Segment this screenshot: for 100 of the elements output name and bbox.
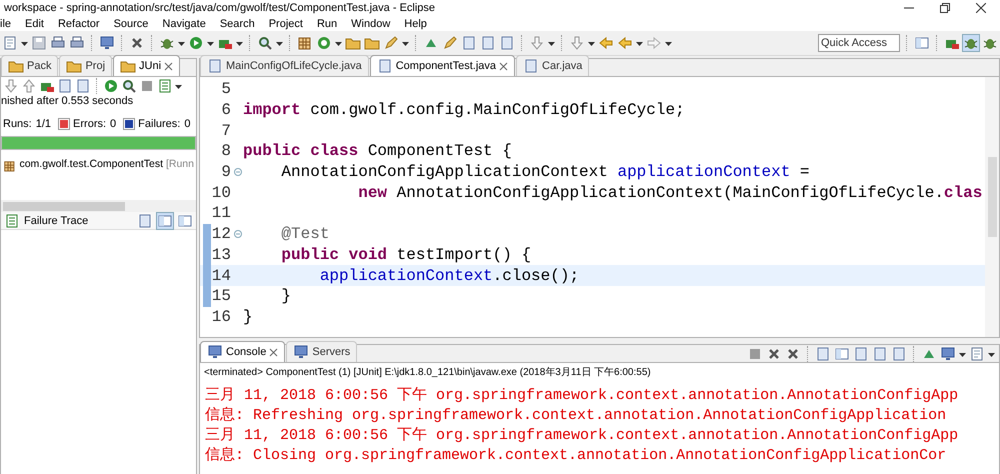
layout-icon[interactable] (177, 212, 193, 228)
close-icon[interactable] (499, 62, 508, 70)
magnifier-icon[interactable] (121, 78, 137, 94)
tab[interactable]: JUni (113, 55, 180, 76)
line-number: 5 (220, 80, 232, 98)
menu-item[interactable]: Navigate (162, 18, 206, 30)
magnifier-icon[interactable] (257, 35, 273, 51)
close-icon[interactable] (269, 348, 278, 356)
line-number: 10 (211, 184, 232, 202)
line-number: 6 (220, 101, 232, 120)
fold-icon[interactable] (234, 168, 242, 176)
scrollbar[interactable] (985, 77, 999, 337)
code-line: @Test (280, 225, 330, 244)
console-description: <terminated> ComponentTest (1) [JUnit] E:\jdk1.8.0_121\bin\javaw.exe (2018年3月11日 下午6:00:55) (203, 366, 652, 380)
count-value: 1/1 (36, 118, 52, 130)
restore-icon[interactable] (940, 3, 950, 13)
arrow-up-icon[interactable] (21, 78, 37, 94)
console-line: 信息: Refreshing org.springframework.context.annotation.AnnotationConfigApplication (205, 406, 948, 425)
count-label: Runs: (3, 118, 32, 130)
menu-item[interactable]: Project (268, 18, 303, 30)
status-icon (59, 119, 70, 129)
file-icon[interactable] (2, 35, 18, 51)
tab[interactable]: Servers (286, 341, 358, 362)
menu-item[interactable]: Search (220, 18, 255, 30)
window-title: workspace - spring-annotation/src/test/java/com/gwolf/test/ComponentTest.java - Eclipse (4, 2, 436, 14)
document-icon[interactable] (523, 58, 540, 74)
document-icon[interactable] (137, 212, 153, 228)
grid-icon[interactable] (297, 35, 313, 51)
line-number: 11 (211, 204, 232, 222)
line-number: 15 (211, 287, 232, 306)
document-icon[interactable] (891, 346, 907, 362)
menu-item[interactable]: Edit (25, 18, 44, 30)
line-number: 14 (211, 266, 232, 285)
monitor-icon[interactable] (293, 344, 310, 360)
monitor-icon[interactable] (940, 346, 956, 362)
tab[interactable]: MainConfigOfLifeCycle.java (200, 55, 369, 76)
document-icon[interactable] (75, 78, 91, 94)
tab[interactable]: Console (200, 341, 286, 362)
console-line: 三月 11, 2018 6:00:56 下午 org.springframework.context.annotation.AnnotationConfigApp (205, 386, 960, 405)
menu-item[interactable]: ile (0, 18, 12, 30)
layout-icon[interactable] (914, 35, 930, 51)
menu-item[interactable]: Run (316, 18, 338, 30)
circle-icon[interactable] (316, 35, 332, 51)
play-icon[interactable] (188, 35, 204, 51)
line-number: 9 (220, 163, 232, 182)
tab[interactable]: ComponentTest.java (370, 55, 516, 76)
line-number: 7 (220, 122, 232, 140)
code-line: } (280, 287, 292, 306)
line-number: 13 (211, 246, 232, 264)
fold-icon[interactable] (234, 230, 242, 238)
monitor-icon[interactable] (99, 35, 115, 51)
code-line: public class ComponentTest { (243, 142, 512, 160)
document-icon[interactable] (57, 78, 73, 94)
list-icon[interactable] (4, 212, 20, 228)
line-number: 8 (220, 142, 232, 160)
count-label: Errors: (73, 118, 106, 130)
tree-item[interactable]: com.gwolf.test.ComponentTest [Runn (19, 158, 194, 170)
play-icon[interactable] (103, 78, 119, 94)
document-icon[interactable] (207, 58, 223, 74)
status-icon (124, 119, 134, 129)
close-icon[interactable] (976, 3, 986, 13)
document-icon[interactable] (815, 346, 831, 362)
file-icon[interactable] (969, 346, 985, 362)
document-icon[interactable] (499, 35, 515, 51)
line-number: 12 (211, 225, 232, 244)
layout-icon[interactable] (157, 212, 173, 228)
bug-icon[interactable] (963, 35, 979, 51)
code-line: new AnnotationConfigApplicationContext(MainConfigOfLifeCycle.clas (357, 184, 982, 202)
document-icon[interactable] (872, 346, 888, 362)
count-value: 0 (184, 118, 190, 130)
menu-item[interactable]: Refactor (58, 18, 100, 30)
tab[interactable]: Car.java (516, 55, 590, 76)
document-icon[interactable] (853, 346, 869, 362)
code-line: public void testImport() { (280, 246, 532, 264)
document-icon[interactable] (480, 35, 496, 51)
close-icon[interactable] (164, 62, 174, 70)
code-line: AnnotationConfigApplicationContext applicationContext = (280, 163, 810, 182)
count-label: Failures: (138, 118, 180, 130)
document-icon[interactable] (461, 35, 477, 51)
menu-item[interactable]: Source (114, 18, 148, 30)
monitor-icon[interactable] (207, 344, 223, 360)
pencil-icon[interactable] (442, 35, 458, 51)
console-line: 信息: Closing org.springframework.context.annotation.AnnotationConfigApplicationCor (205, 446, 948, 465)
arrow-down-icon[interactable] (3, 78, 19, 94)
layout-icon[interactable] (834, 346, 850, 362)
count-value: 0 (110, 118, 116, 130)
list-icon[interactable] (157, 78, 173, 94)
tab[interactable]: Pack (1, 55, 58, 76)
console-line: 三月 11, 2018 6:00:56 下午 org.springframework.context.annotation.AnnotationConfigApp (205, 426, 960, 445)
menu-item[interactable]: Help (404, 18, 427, 30)
menu-item[interactable]: Window (351, 18, 390, 30)
status-text: nished after 0.553 seconds (1, 95, 134, 109)
line-number: 16 (211, 308, 232, 326)
code-line: import com.gwolf.config.MainConfigOfLifeCycle; (243, 101, 685, 120)
scrollbar[interactable] (1, 200, 196, 212)
pencil-icon[interactable] (383, 35, 399, 51)
section-title: Failure Trace (24, 214, 90, 226)
quick-access-field[interactable]: Quick Access (818, 34, 900, 52)
document-icon[interactable] (376, 58, 393, 74)
tab[interactable]: Proj (59, 55, 112, 76)
